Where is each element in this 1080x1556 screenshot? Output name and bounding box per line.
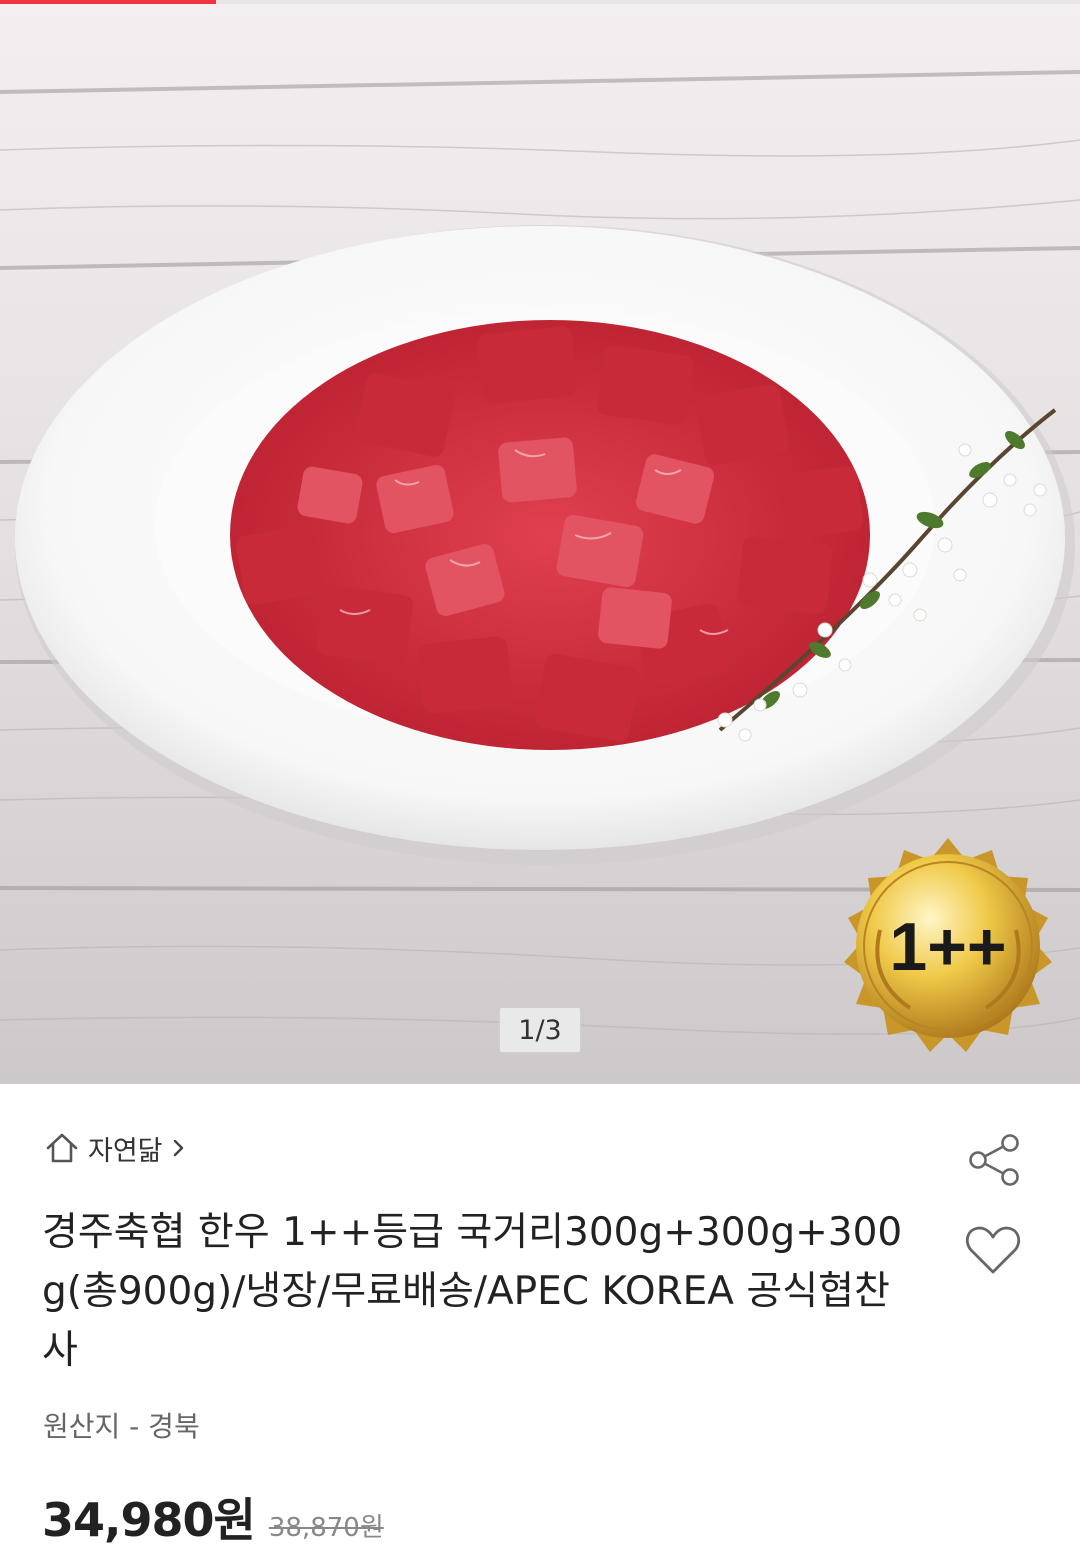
chevron-right-icon xyxy=(173,1139,183,1157)
product-photo: 1++ xyxy=(0,0,1080,1084)
share-icon xyxy=(969,1134,1019,1186)
product-origin: 원산지 - 경북 xyxy=(43,1410,200,1443)
share-button[interactable] xyxy=(966,1132,1022,1188)
image-pager: 1/3 xyxy=(499,1007,581,1053)
store-name: 자연닮 xyxy=(88,1135,163,1167)
image-progress-fill xyxy=(0,0,216,4)
wishlist-button[interactable] xyxy=(964,1222,1022,1278)
product-title: 경주축협 한우 1++등급 국거리300g+300g+300g(총900g)/냉… xyxy=(42,1210,903,1373)
image-progress-track xyxy=(0,0,1080,4)
original-price: 38,870원 xyxy=(268,1513,384,1543)
home-icon xyxy=(46,1133,78,1163)
price-row: 34,980원 38,870원 xyxy=(42,1484,384,1550)
heart-icon xyxy=(965,1226,1021,1274)
store-link[interactable]: 자연닮 xyxy=(44,1128,187,1168)
current-price: 34,980원 xyxy=(42,1493,256,1547)
product-image[interactable]: 1++ xyxy=(0,0,1080,1084)
badge-text: 1++ xyxy=(889,909,1006,985)
